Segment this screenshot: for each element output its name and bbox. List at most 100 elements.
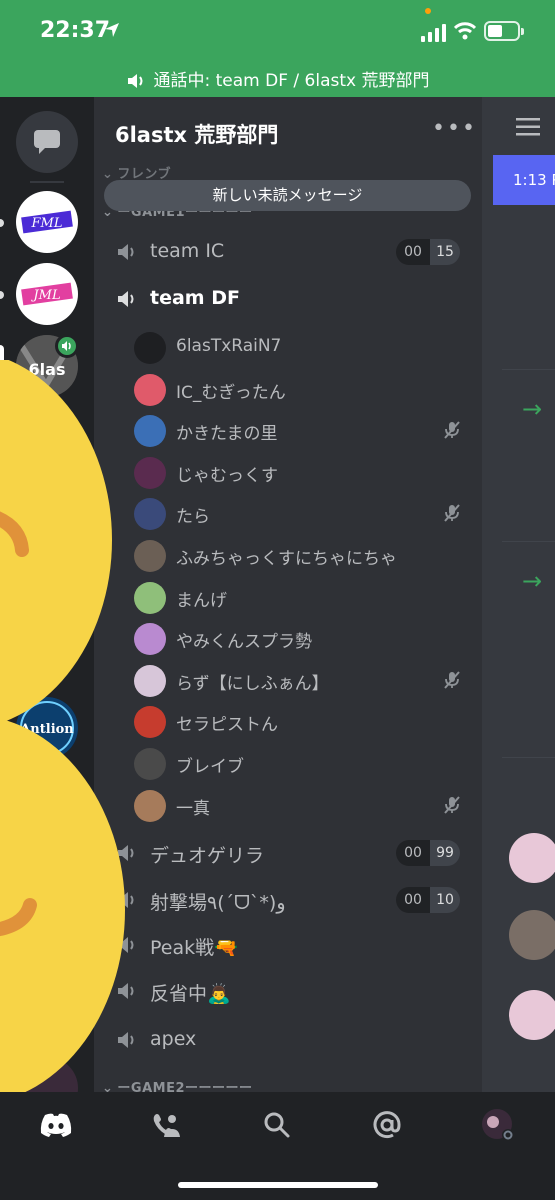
tab-profile[interactable] — [478, 1108, 518, 1142]
server-icon[interactable] — [16, 769, 78, 831]
member-name: セラピストん — [176, 715, 278, 735]
channel-panel: 6lastx 荒野部門 ••• ⌄ フレンブ ⌄ ーGAME1ーーーーー 新しい未読… — [94, 97, 482, 1092]
fml-logo: FML — [21, 210, 73, 234]
member-name: かきたまの里 — [176, 424, 278, 444]
member-name: IC_むぎったん — [176, 383, 286, 403]
avatar — [134, 374, 166, 406]
svg-text:6las: 6las — [29, 360, 66, 379]
member-name: まんげ — [176, 591, 227, 611]
voice-member[interactable]: IC_むぎったん — [94, 369, 482, 410]
join-arrow-icon: → — [522, 567, 543, 595]
member-name: ブレイブ — [176, 757, 244, 777]
discord-icon — [40, 1113, 72, 1137]
voice-member[interactable]: たら — [94, 493, 482, 534]
voice-member[interactable]: かきたまの里 — [94, 410, 482, 451]
muted-mic-icon — [444, 671, 460, 689]
member-name: ふみちゃっくすにちゃにちゃ — [176, 549, 397, 569]
voice-member[interactable]: ふみちゃっくすにちゃにちゃ — [94, 535, 482, 576]
call-text: 通話中: team DF / 6lastx 荒野部門 — [153, 71, 430, 91]
avatar[interactable] — [509, 990, 555, 1040]
avatar — [134, 748, 166, 780]
divider — [502, 369, 555, 370]
voice-member[interactable]: セラピストん — [94, 701, 482, 742]
direct-messages-button[interactable] — [16, 111, 78, 173]
chevron-down-icon: ⌄ — [102, 167, 114, 182]
voice-member[interactable]: やみくんスプラ勢 — [94, 618, 482, 659]
avatar[interactable] — [509, 833, 555, 883]
guild-name: 6lastx 荒野部門 — [115, 123, 279, 147]
muted-mic-icon — [444, 504, 460, 522]
divider — [502, 757, 555, 758]
server-fml[interactable]: FML — [16, 191, 78, 253]
chat-peek[interactable]: 1:13 P → → — [482, 97, 555, 1092]
speaker-icon — [118, 291, 134, 307]
voice-member[interactable]: 6lasTxRaiN7 — [94, 327, 482, 368]
unread-indicator — [0, 291, 4, 299]
member-name: じゃむっくす — [176, 466, 278, 486]
battery-icon — [484, 21, 524, 41]
clock: 22:37 — [40, 18, 111, 43]
jml-logo: JML — [21, 282, 73, 306]
svg-text:Antlion: Antlion — [19, 722, 74, 737]
member-name: らず【にしふぁん】 — [176, 674, 329, 694]
speaker-icon — [118, 983, 134, 999]
muted-mic-icon — [444, 421, 460, 439]
antlion-logo: Antlion — [16, 697, 78, 759]
wifi-icon — [454, 22, 476, 40]
voice-member[interactable]: じゃむっくす — [94, 452, 482, 493]
avatar — [134, 457, 166, 489]
voice-channel-shooting-range[interactable]: 射撃場٩(´ᗜ`*)و 00 10 — [94, 878, 482, 922]
home-indicator[interactable] — [178, 1182, 378, 1188]
voice-channel-duo-guerrilla[interactable]: デュオゲリラ 00 99 — [94, 831, 482, 875]
avatar — [134, 623, 166, 655]
tab-search[interactable] — [257, 1108, 297, 1142]
avatar — [134, 665, 166, 697]
category-game2[interactable]: ⌄ ーGAME2ーーーーー — [102, 1077, 253, 1092]
voice-member[interactable]: ブレイブ — [94, 743, 482, 784]
server-antlion[interactable]: Antlion — [16, 697, 78, 759]
tab-home[interactable] — [36, 1108, 76, 1142]
at-icon — [373, 1111, 401, 1139]
speaker-icon — [118, 937, 134, 953]
svg-text:JML: JML — [30, 288, 60, 303]
user-limit-badge: 00 99 — [396, 840, 460, 866]
voice-channel-apex[interactable]: apex — [94, 1018, 482, 1062]
unread-indicator — [0, 219, 4, 227]
voice-member[interactable]: 一真 — [94, 785, 482, 826]
avatar — [134, 582, 166, 614]
timestamp-pill: 1:13 P — [493, 155, 555, 205]
more-options-button[interactable]: ••• — [432, 118, 477, 140]
voice-member[interactable]: まんげ — [94, 577, 482, 618]
guild-header[interactable]: 6lastx 荒野部門 ••• — [94, 97, 482, 163]
new-unread-messages-banner[interactable]: 新しい未読メッセージ — [104, 180, 471, 211]
server-jml[interactable]: JML — [16, 263, 78, 325]
member-name: 一真 — [176, 799, 210, 819]
avatar — [134, 415, 166, 447]
tab-friends[interactable] — [146, 1108, 186, 1142]
speaker-icon — [118, 845, 134, 861]
tab-mentions[interactable] — [367, 1108, 407, 1142]
avatar — [134, 540, 166, 572]
avatar — [134, 332, 166, 364]
join-arrow-icon: → — [522, 395, 543, 423]
member-name: 6lasTxRaiN7 — [176, 336, 282, 356]
voice-connected-badge — [55, 334, 79, 358]
hamburger-menu-icon[interactable] — [516, 118, 540, 136]
avatar — [134, 790, 166, 822]
avatar — [482, 1109, 514, 1141]
speaker-icon — [118, 244, 134, 260]
divider — [502, 541, 555, 542]
voice-channel-team-df[interactable]: team DF — [94, 277, 482, 321]
server-icon[interactable] — [16, 1057, 78, 1092]
speaker-icon — [118, 1032, 134, 1048]
voice-channel-reflection[interactable]: 反省中🙇‍♂️ — [94, 969, 482, 1013]
muted-mic-icon — [444, 796, 460, 814]
voice-member[interactable]: らず【にしふぁん】 — [94, 660, 482, 701]
avatar — [134, 498, 166, 530]
voice-channel-team-ic[interactable]: team IC 00 15 — [94, 230, 482, 274]
user-limit-badge: 00 15 — [396, 239, 460, 265]
speaker-icon — [118, 892, 134, 908]
voice-call-banner[interactable]: 通話中: team DF / 6lastx 荒野部門 — [0, 66, 555, 91]
voice-channel-peak[interactable]: Peak戦🔫 — [94, 923, 482, 967]
avatar[interactable] — [509, 910, 555, 960]
